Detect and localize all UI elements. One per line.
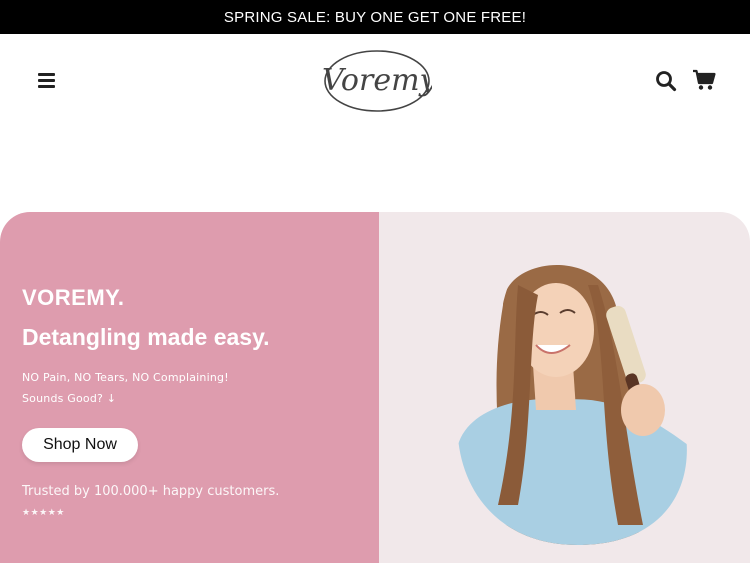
logo-text: Voremy <box>322 63 432 98</box>
search-icon[interactable] <box>655 70 677 92</box>
hero-brand: VOREMY. <box>22 285 125 310</box>
hamburger-menu-icon[interactable] <box>38 73 55 88</box>
rating-stars: ★★★★★ <box>22 507 65 517</box>
hero-subline-1: NO Pain, NO Tears, NO Complaining! <box>22 371 229 384</box>
hero-headline: Detangling made easy. <box>22 324 270 350</box>
hero-image <box>448 245 698 545</box>
shop-now-button[interactable]: Shop Now <box>22 428 138 462</box>
cart-icon[interactable] <box>692 69 716 91</box>
trusted-text: Trusted by 100.000+ happy customers. <box>22 484 280 499</box>
hero-text-panel: VOREMY. Detangling made easy. NO Pain, N… <box>0 212 379 563</box>
site-header: Voremy <box>0 34 750 130</box>
announcement-text: SPRING SALE: BUY ONE GET ONE FREE! <box>223 8 527 26</box>
announcement-bar: SPRING SALE: BUY ONE GET ONE FREE! <box>0 0 750 34</box>
hero-subline-2: Sounds Good? ↓ <box>22 392 117 405</box>
site-logo[interactable]: Voremy <box>318 48 438 114</box>
